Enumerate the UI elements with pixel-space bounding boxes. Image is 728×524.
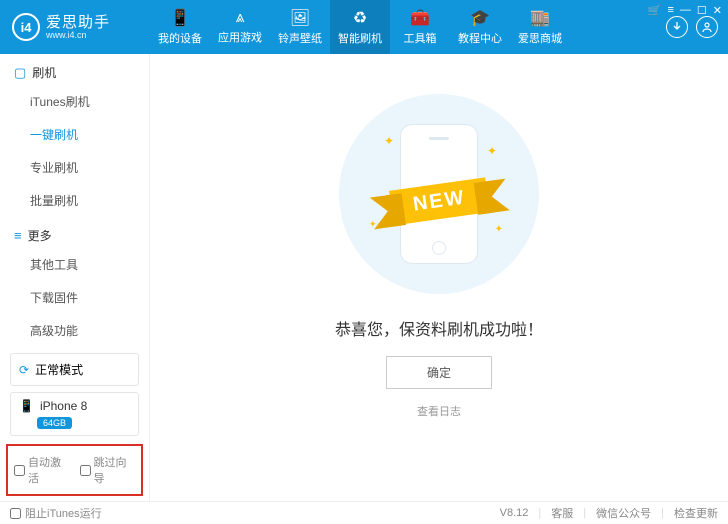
- checkbox-label: 阻止iTunes运行: [25, 505, 102, 521]
- book-icon: 🎓: [470, 8, 490, 28]
- section-title: 更多: [28, 227, 52, 244]
- header: i4 爱思助手 www.i4.cn 📱 我的设备 ⩓ 应用游戏 🖼 铃声壁纸 ♻…: [0, 0, 728, 54]
- separator: |: [661, 507, 664, 519]
- logo-area: i4 爱思助手 www.i4.cn: [0, 13, 150, 41]
- checkbox-label: 自动激活: [28, 454, 70, 486]
- mode-label: 正常模式: [35, 361, 83, 378]
- nav-label: 爱思商城: [518, 30, 562, 46]
- storage-badge: 64GB: [37, 417, 72, 429]
- brand-name: 爱思助手: [46, 15, 110, 30]
- star-icon: ✦: [384, 134, 394, 148]
- nav-label: 我的设备: [158, 30, 202, 46]
- skip-guide-checkbox[interactable]: 跳过向导: [80, 454, 136, 486]
- mode-refresh-icon: ⟳: [19, 363, 29, 377]
- maximize-icon[interactable]: ☐: [697, 4, 707, 17]
- nav-label: 智能刷机: [338, 30, 382, 46]
- sidebar-section-more: ≡ 更多: [0, 217, 149, 248]
- nav-smart-flash[interactable]: ♻ 智能刷机: [330, 0, 390, 54]
- apps-icon: ⩓: [235, 9, 244, 27]
- block-itunes-checkbox[interactable]: 阻止iTunes运行: [10, 505, 102, 521]
- checkbox-label: 跳过向导: [94, 454, 136, 486]
- options-highlight: 自动激活 跳过向导: [6, 444, 143, 496]
- sidebar: ▢ 刷机 iTunes刷机 一键刷机 专业刷机 批量刷机 ≡ 更多 其他工具 下…: [0, 54, 150, 501]
- nav-label: 铃声壁纸: [278, 30, 322, 46]
- more-icon: ≡: [14, 228, 22, 243]
- footer: 阻止iTunes运行 V8.12 | 客服 | 微信公众号 | 检查更新: [0, 501, 728, 524]
- support-link[interactable]: 客服: [551, 505, 573, 521]
- nav-ringtones[interactable]: 🖼 铃声壁纸: [270, 0, 330, 54]
- phone-icon: 📱: [170, 8, 190, 28]
- menu-icon[interactable]: ≡: [667, 4, 673, 17]
- nav-tutorials[interactable]: 🎓 教程中心: [450, 0, 510, 54]
- ok-button[interactable]: 确定: [386, 356, 492, 389]
- logo-icon: i4: [12, 13, 40, 41]
- star-icon: ✦: [495, 224, 503, 235]
- nav-label: 应用游戏: [218, 29, 262, 45]
- toolbox-icon: 🧰: [410, 8, 430, 28]
- sidebar-item-pro-flash[interactable]: 专业刷机: [30, 151, 149, 184]
- image-icon: 🖼: [290, 8, 310, 28]
- sidebar-section-flash: ▢ 刷机: [0, 54, 149, 85]
- device-box[interactable]: 📱 iPhone 8 64GB: [10, 392, 139, 436]
- skip-guide-input[interactable]: [80, 465, 91, 476]
- minimize-icon[interactable]: —: [680, 4, 691, 17]
- nav-label: 工具箱: [404, 30, 437, 46]
- success-illustration: ✦ ✦ ✦ ✦ NEW: [339, 94, 539, 294]
- window-controls: 🛒 ≡ — ☐ ✕: [648, 4, 722, 17]
- separator: |: [538, 507, 541, 519]
- success-message: 恭喜您，保资料刷机成功啦！: [335, 316, 543, 340]
- close-icon[interactable]: ✕: [713, 4, 722, 17]
- main-content: ✦ ✦ ✦ ✦ NEW 恭喜您，保资料刷机成功啦！ 确定 查看日志: [150, 54, 728, 501]
- nav-label: 教程中心: [458, 30, 502, 46]
- sidebar-item-oneclick-flash[interactable]: 一键刷机: [30, 118, 149, 151]
- view-log-link[interactable]: 查看日志: [417, 403, 461, 419]
- auto-activate-checkbox[interactable]: 自动激活: [14, 454, 70, 486]
- device-phone-icon: 📱: [19, 399, 34, 413]
- nav-store[interactable]: 🏬 爱思商城: [510, 0, 570, 54]
- header-right: [666, 16, 728, 38]
- mode-box[interactable]: ⟳ 正常模式: [10, 353, 139, 386]
- sidebar-item-itunes-flash[interactable]: iTunes刷机: [30, 85, 149, 118]
- cart-icon[interactable]: 🛒: [648, 4, 662, 17]
- check-update-link[interactable]: 检查更新: [674, 505, 718, 521]
- wechat-link[interactable]: 微信公众号: [596, 505, 651, 521]
- auto-activate-input[interactable]: [14, 465, 25, 476]
- main-nav: 📱 我的设备 ⩓ 应用游戏 🖼 铃声壁纸 ♻ 智能刷机 🧰 工具箱 🎓 教程中心…: [150, 0, 666, 54]
- sidebar-item-other-tools[interactable]: 其他工具: [30, 248, 149, 281]
- sidebar-item-download-firmware[interactable]: 下载固件: [30, 281, 149, 314]
- user-icon[interactable]: [696, 16, 718, 38]
- section-title: 刷机: [32, 64, 56, 81]
- nav-toolbox[interactable]: 🧰 工具箱: [390, 0, 450, 54]
- block-itunes-input[interactable]: [10, 508, 21, 519]
- device-icon: ▢: [14, 65, 26, 81]
- device-name: iPhone 8: [40, 399, 87, 413]
- sidebar-item-advanced[interactable]: 高级功能: [30, 314, 149, 347]
- version-label: V8.12: [500, 507, 529, 519]
- star-icon: ✦: [487, 144, 497, 158]
- nav-my-device[interactable]: 📱 我的设备: [150, 0, 210, 54]
- sidebar-item-batch-flash[interactable]: 批量刷机: [30, 184, 149, 217]
- separator: |: [583, 507, 586, 519]
- nav-apps-games[interactable]: ⩓ 应用游戏: [210, 0, 270, 54]
- refresh-icon: ♻: [353, 8, 367, 28]
- brand-url: www.i4.cn: [46, 30, 110, 40]
- store-icon: 🏬: [530, 8, 550, 28]
- download-icon[interactable]: [666, 16, 688, 38]
